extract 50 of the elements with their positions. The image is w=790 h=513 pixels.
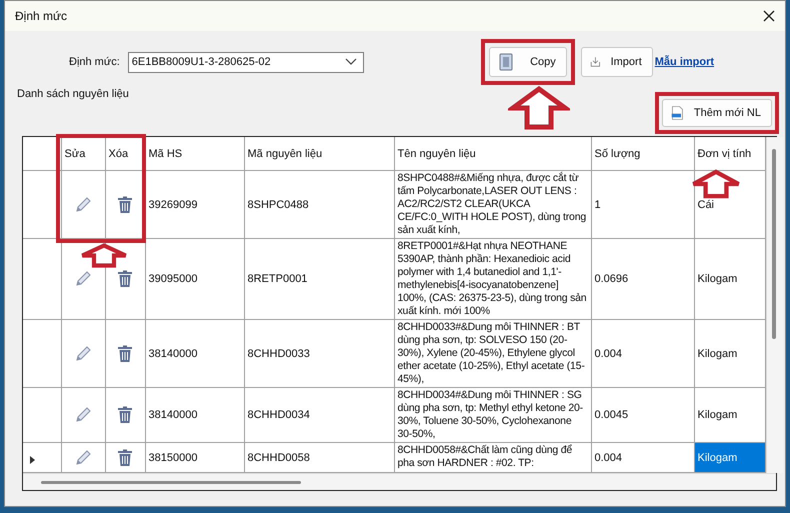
trash-icon[interactable] (117, 344, 133, 362)
column-header[interactable]: Tên nguyên liệu (394, 137, 591, 170)
table-cell[interactable]: Kilogam (694, 238, 765, 320)
window-title: Định mức (15, 9, 68, 23)
chevron-down-icon[interactable] (344, 58, 357, 66)
horizontal-scrollbar[interactable] (23, 473, 776, 490)
new-document-icon (671, 103, 684, 123)
import-button[interactable]: Import (580, 47, 653, 77)
trash-icon[interactable] (117, 406, 133, 424)
column-header[interactable]: Đơn vị tính (694, 137, 765, 170)
vertical-scrollbar[interactable] (766, 137, 782, 473)
column-header[interactable]: Số lượng (591, 137, 694, 170)
pencil-icon[interactable] (74, 448, 92, 466)
pencil-icon[interactable] (74, 406, 92, 424)
trash-icon[interactable] (117, 270, 133, 288)
norm-dropdown[interactable]: 6E1BB8009U1-3-280625-02 (128, 52, 364, 72)
table-cell: 8CHHD0033#&Dung môi THINNER : BT dùng pha sơn, tp: SOLVESO 150 (20-30%), Xylene (20-45%), Ethylene glycol ether acetate (10-25%), Ethyl acetate (15-45%), (394, 320, 591, 388)
table-cell: 39269099 (145, 170, 244, 238)
trash-icon[interactable] (117, 196, 133, 214)
trash-icon[interactable] (117, 448, 133, 466)
table-cell: 8RETP0001#&Hạt nhựa NEOTHANE 5390AP, thành phần: Hexanedioic acid polymer with 1,4 butanediol and 1,1'-methylenebis[4-isocyanatobenzene] 100%, (CAS: 26375-23-5), dùng trong sản xuất kính. mới 100% (394, 238, 591, 320)
pencil-icon[interactable] (74, 344, 92, 362)
column-header[interactable]: Mã nguyên liệu (244, 137, 394, 170)
table-cell[interactable]: Kilogam (694, 442, 765, 472)
pencil-icon[interactable] (74, 196, 92, 214)
field-label: Định mức: (69, 56, 120, 68)
add-material-button[interactable]: Thêm mới NL (662, 99, 772, 127)
table-cell: 8CHHD0034 (244, 388, 394, 442)
close-icon[interactable] (763, 10, 775, 22)
document-icon (498, 53, 514, 71)
table-cell: 8CHHD0034#&Dung môi THINNER : SG dùng pha sơn, tp: Methyl ethyl ketone 20-30%, Toluene 30-50%, Cyclohexanone 30-50%, (394, 388, 591, 442)
current-row-icon (30, 456, 35, 464)
table-cell: 39095000 (145, 238, 244, 320)
table-cell: 8SHPC0488 (244, 170, 394, 238)
table-cell: 1 (591, 170, 694, 238)
table-cell[interactable]: Kilogam (694, 320, 765, 388)
column-header[interactable]: Mã HS (145, 137, 244, 170)
copy-button[interactable]: Copy (488, 47, 567, 77)
table-cell: 8CHHD0033 (244, 320, 394, 388)
column-header[interactable]: Sửa (61, 137, 105, 170)
table-cell: 0.0696 (591, 238, 694, 320)
table-cell: 38140000 (145, 320, 244, 388)
pencil-icon[interactable] (74, 270, 92, 288)
table-cell: 0.0045 (591, 388, 694, 442)
table-cell: 8SHPC0488#&Miếng nhựa, được cắt từ tấm Polycarbonate,LASER OUT LENS : AC2/RC2/ST2 CLEAR(UKCA CE/FC:0_WITH HOLE POST), dùng trong sản xuất kính, (394, 170, 591, 238)
table-cell: 0.004 (591, 320, 694, 388)
table-cell: 38140000 (145, 388, 244, 442)
group-title: Danh sách nguyên liệu (17, 88, 130, 102)
template-link[interactable]: Mẫu import (654, 56, 714, 68)
table-cell: 8RETP0001 (244, 238, 394, 320)
